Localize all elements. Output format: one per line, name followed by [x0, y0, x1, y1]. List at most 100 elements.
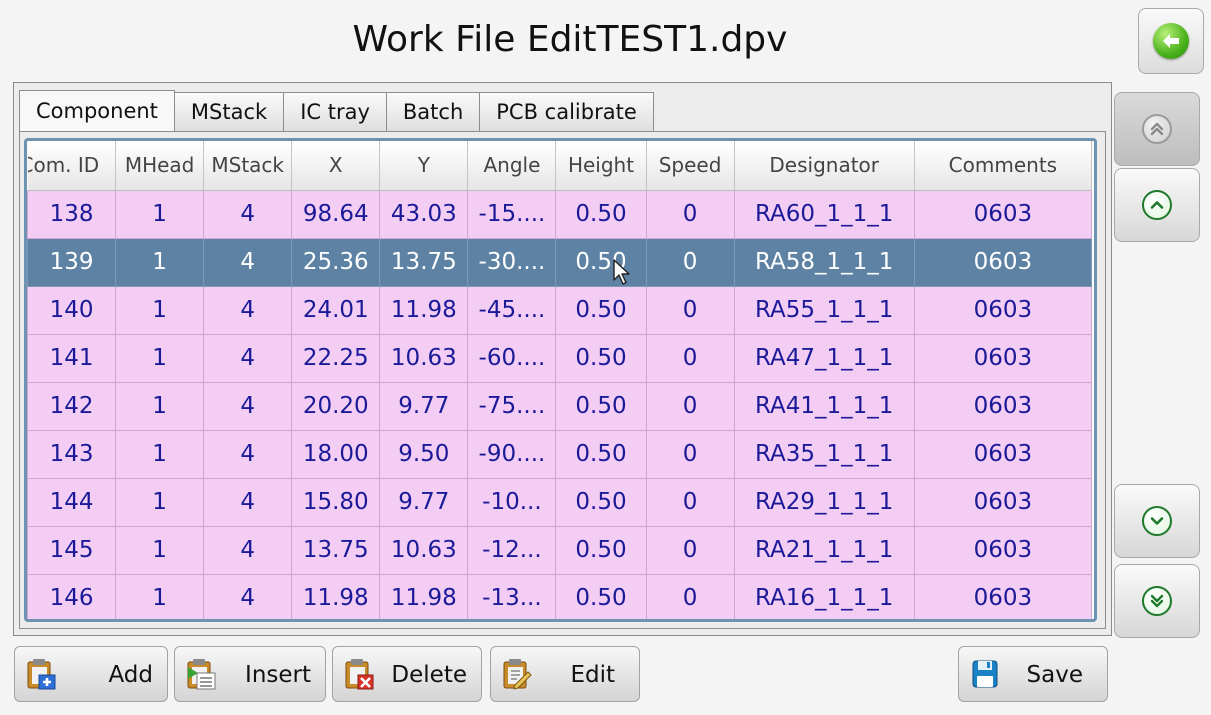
- cell-y[interactable]: 43.03: [379, 189, 469, 239]
- cell-com-id[interactable]: 139: [27, 237, 117, 287]
- cell-angle[interactable]: -75....: [467, 381, 557, 431]
- delete-button[interactable]: Delete: [332, 646, 482, 702]
- row-down-button[interactable]: [1114, 484, 1200, 558]
- cell-mstack[interactable]: 4: [203, 333, 293, 383]
- cell-mhead[interactable]: 1: [115, 285, 205, 335]
- cell-height[interactable]: 0.50: [555, 333, 647, 383]
- cell-designator[interactable]: RA21_1_1_1: [733, 525, 915, 575]
- cell-speed[interactable]: 0: [645, 477, 735, 527]
- cell-mstack[interactable]: 4: [203, 525, 293, 575]
- cell-angle[interactable]: -30....: [467, 237, 557, 287]
- cell-speed[interactable]: 0: [645, 285, 735, 335]
- column-header-designator[interactable]: Designator: [734, 141, 915, 191]
- cell-comments[interactable]: 0603: [913, 525, 1093, 575]
- column-header-x[interactable]: X: [291, 141, 381, 191]
- cell-designator[interactable]: RA58_1_1_1: [733, 237, 915, 287]
- insert-button[interactable]: Insert: [174, 646, 326, 702]
- cell-angle[interactable]: -90....: [467, 429, 557, 479]
- cell-y[interactable]: 11.98: [379, 285, 469, 335]
- cell-mstack[interactable]: 4: [203, 189, 293, 239]
- cell-height[interactable]: 0.50: [555, 573, 647, 619]
- tab-mstack[interactable]: MStack: [174, 92, 285, 132]
- table-row[interactable]: 140 1 4 24.01 11.98 -45.... 0.50 0 RA55_1_1_1 060…: [27, 285, 1093, 335]
- cell-comments[interactable]: 0603: [913, 573, 1093, 619]
- cell-designator[interactable]: RA55_1_1_1: [733, 285, 915, 335]
- cell-speed[interactable]: 0: [645, 573, 735, 619]
- cell-mstack[interactable]: 4: [203, 237, 293, 287]
- cell-designator[interactable]: RA41_1_1_1: [733, 381, 915, 431]
- row-up-button[interactable]: [1114, 168, 1200, 242]
- cell-x[interactable]: 18.00: [291, 429, 381, 479]
- cell-x[interactable]: 20.20: [291, 381, 381, 431]
- cell-designator[interactable]: RA29_1_1_1: [733, 477, 915, 527]
- cell-x[interactable]: 24.01: [291, 285, 381, 335]
- cell-mhead[interactable]: 1: [115, 525, 205, 575]
- page-up-button[interactable]: [1114, 92, 1200, 166]
- table-row[interactable]: 139 1 4 25.36 13.75 -30.... 0.50 0 RA58_1_1_1 060…: [27, 237, 1093, 287]
- cell-angle[interactable]: -10...: [467, 477, 557, 527]
- cell-x[interactable]: 11.98: [291, 573, 381, 619]
- cell-angle[interactable]: -60....: [467, 333, 557, 383]
- column-header-mhead[interactable]: MHead: [115, 141, 205, 191]
- column-header-com-id[interactable]: Com. ID: [27, 141, 117, 191]
- cell-mhead[interactable]: 1: [115, 477, 205, 527]
- cell-y[interactable]: 9.50: [379, 429, 469, 479]
- cell-speed[interactable]: 0: [645, 333, 735, 383]
- cell-com-id[interactable]: 142: [27, 381, 117, 431]
- column-header-speed[interactable]: Speed: [646, 141, 735, 191]
- back-button[interactable]: [1138, 8, 1204, 74]
- table-row[interactable]: 145 1 4 13.75 10.63 -12... 0.50 0 RA21_1_1_1 0603: [27, 525, 1093, 575]
- cell-speed[interactable]: 0: [645, 381, 735, 431]
- cell-comments[interactable]: 0603: [913, 237, 1093, 287]
- cell-x[interactable]: 25.36: [291, 237, 381, 287]
- cell-designator[interactable]: RA47_1_1_1: [733, 333, 915, 383]
- cell-height[interactable]: 0.50: [555, 381, 647, 431]
- cell-comments[interactable]: 0603: [913, 429, 1093, 479]
- cell-mhead[interactable]: 1: [115, 573, 205, 619]
- cell-speed[interactable]: 0: [645, 429, 735, 479]
- tab-component[interactable]: Component: [19, 90, 175, 132]
- save-button[interactable]: Save: [958, 646, 1108, 702]
- cell-speed[interactable]: 0: [645, 237, 735, 287]
- cell-speed[interactable]: 0: [645, 189, 735, 239]
- cell-x[interactable]: 22.25: [291, 333, 381, 383]
- cell-mstack[interactable]: 4: [203, 381, 293, 431]
- cell-y[interactable]: 13.75: [379, 237, 469, 287]
- cell-y[interactable]: 11.98: [379, 573, 469, 619]
- table-row[interactable]: 142 1 4 20.20 9.77 -75.... 0.50 0 RA41_1_1_1 0603: [27, 381, 1093, 431]
- cell-com-id[interactable]: 145: [27, 525, 117, 575]
- cell-comments[interactable]: 0603: [913, 189, 1093, 239]
- column-header-angle[interactable]: Angle: [467, 141, 557, 191]
- cell-height[interactable]: 0.50: [555, 429, 647, 479]
- cell-designator[interactable]: RA16_1_1_1: [733, 573, 915, 619]
- cell-mstack[interactable]: 4: [203, 573, 293, 619]
- cell-com-id[interactable]: 138: [27, 189, 117, 239]
- tab-pcb-calibrate[interactable]: PCB calibrate: [480, 92, 654, 132]
- cell-comments[interactable]: 0603: [913, 381, 1093, 431]
- table-row[interactable]: 146 1 4 11.98 11.98 -13... 0.50 0 RA16_1_1_1 0603: [27, 573, 1093, 619]
- column-header-y[interactable]: Y: [379, 141, 469, 191]
- page-down-button[interactable]: [1114, 564, 1200, 638]
- cell-angle[interactable]: -12...: [467, 525, 557, 575]
- cell-y[interactable]: 10.63: [379, 333, 469, 383]
- cell-height[interactable]: 0.50: [555, 525, 647, 575]
- edit-button[interactable]: Edit: [490, 646, 640, 702]
- cell-mstack[interactable]: 4: [203, 477, 293, 527]
- cell-com-id[interactable]: 144: [27, 477, 117, 527]
- cell-x[interactable]: 98.64: [291, 189, 381, 239]
- tab-batch[interactable]: Batch: [386, 92, 481, 132]
- cell-y[interactable]: 9.77: [379, 381, 469, 431]
- cell-designator[interactable]: RA35_1_1_1: [733, 429, 915, 479]
- cell-com-id[interactable]: 143: [27, 429, 117, 479]
- cell-comments[interactable]: 0603: [913, 333, 1093, 383]
- cell-com-id[interactable]: 141: [27, 333, 117, 383]
- cell-height[interactable]: 0.50: [555, 189, 647, 239]
- tab-ic-tray[interactable]: IC tray: [284, 92, 387, 132]
- cell-mhead[interactable]: 1: [115, 381, 205, 431]
- cell-mstack[interactable]: 4: [203, 285, 293, 335]
- column-header-comments[interactable]: Comments: [914, 141, 1093, 191]
- table-row[interactable]: 143 1 4 18.00 9.50 -90.... 0.50 0 RA35_1_1_1 0603: [27, 429, 1093, 479]
- add-button[interactable]: Add: [14, 646, 168, 702]
- cell-mstack[interactable]: 4: [203, 429, 293, 479]
- cell-angle[interactable]: -15....: [467, 189, 557, 239]
